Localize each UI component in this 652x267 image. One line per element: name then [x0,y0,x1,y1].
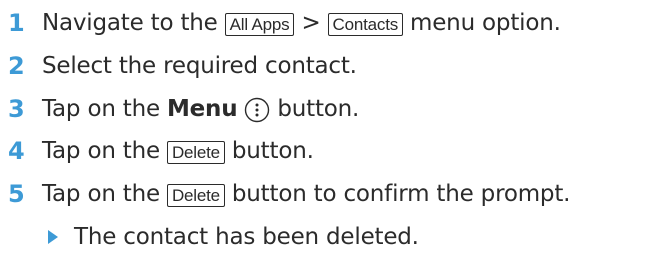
menu-label: Menu [166,96,238,122]
delete-key: Delete [166,140,225,164]
triangle-bullet-icon [48,230,58,244]
step-text-post: button. [231,138,314,164]
step-text: Select the required contact. [42,53,357,79]
step-text-pre: Tap on the [42,96,160,122]
step-number: 1 [8,9,25,37]
step-number: 3 [8,95,25,123]
all-apps-key: All Apps [224,12,295,36]
step-text-post: menu option. [410,10,561,36]
step-text: Tap on the Delete button. [42,131,314,171]
step-text: Tap on the Menu button. [42,89,359,129]
step-number: 2 [8,52,25,80]
step-text: Tap on the Delete button to confirm the … [42,174,570,214]
result-text: The contact has been deleted. [74,224,419,250]
step-number: 5 [8,180,25,208]
instruction-list: 1 Navigate to the All Apps > Contacts me… [0,0,652,267]
step-text-post: button. [277,96,360,122]
step-text-pre: Navigate to the [42,10,218,36]
separator: > [301,10,321,36]
step-text: Navigate to the All Apps > Contacts menu… [42,3,561,43]
step-text-post: button to confirm the prompt. [231,181,571,207]
step-text-pre: Tap on the [42,138,160,164]
step-number: 4 [8,137,25,165]
contacts-key: Contacts [327,12,404,36]
vertical-ellipsis-icon [244,96,270,123]
delete-key: Delete [166,183,225,207]
step-text-pre: Tap on the [42,181,160,207]
